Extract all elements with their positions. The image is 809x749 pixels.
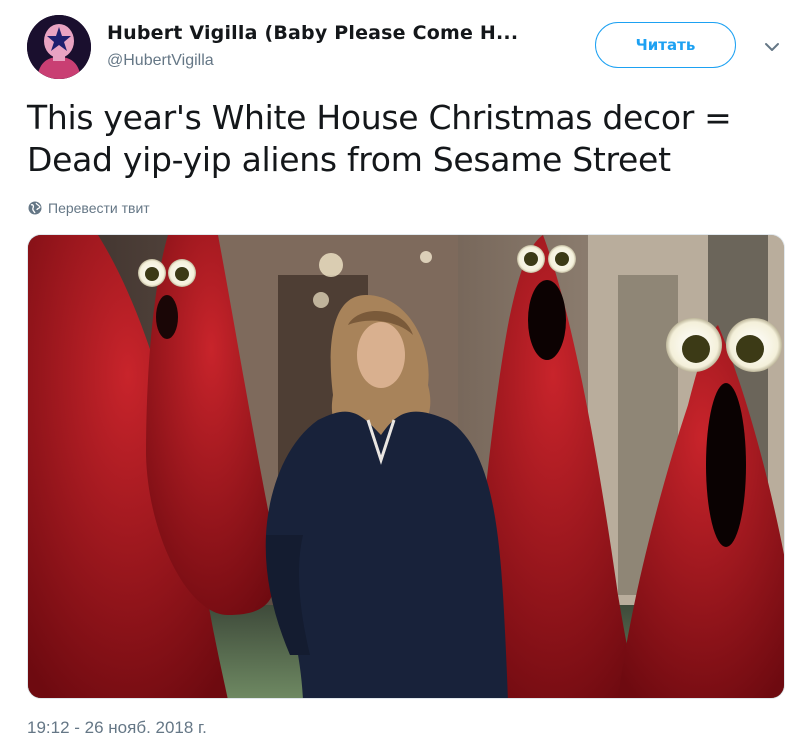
tweet-timestamp[interactable]: 19:12 - 26 нояб. 2018 г. [27, 718, 207, 738]
photo-image [28, 235, 784, 698]
chevron-down-icon[interactable] [763, 38, 781, 56]
author-handle[interactable]: @HubertVigilla [107, 52, 214, 70]
tweet-text: This year's White House Christmas decor … [27, 97, 787, 181]
translate-tweet-link[interactable]: Перевести твит [28, 200, 150, 216]
follow-button[interactable]: Читать [595, 22, 736, 68]
tweet-photo[interactable] [27, 234, 785, 699]
author-name[interactable]: Hubert Vigilla (Baby Please Come H... [107, 22, 518, 44]
avatar-image [27, 15, 91, 79]
avatar[interactable] [27, 15, 91, 79]
translate-label: Перевести твит [48, 200, 150, 216]
globe-icon [28, 201, 42, 215]
tweet-text-line-2: Dead yip-yip aliens from Sesame Street [27, 140, 671, 179]
tweet-text-line-1: This year's White House Christmas decor … [27, 98, 732, 137]
